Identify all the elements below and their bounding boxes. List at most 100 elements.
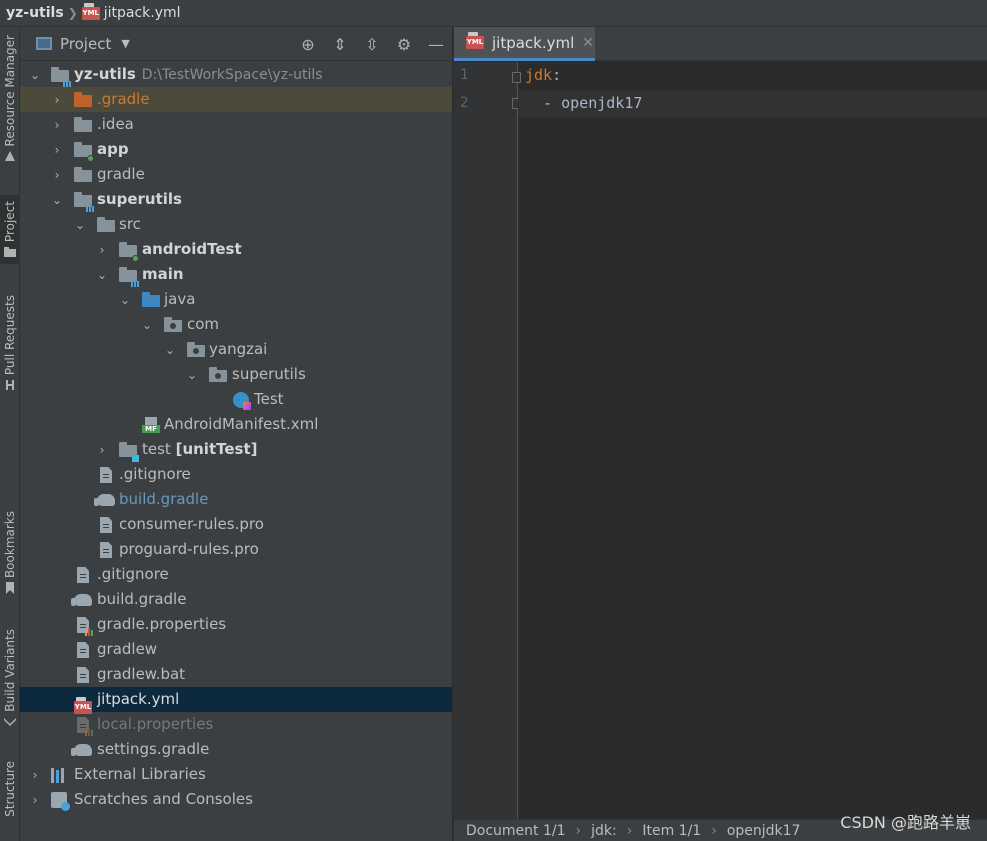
project-panel: Project ▼ ⊕ ⇕ ⇳ ⚙ — ⌄ yz-utils D:\TestWor… bbox=[20, 27, 452, 841]
yaml-colon: : bbox=[552, 66, 562, 84]
tree-item-label: androidTest bbox=[142, 240, 242, 258]
tree-item[interactable]: ⌄ yangzai bbox=[20, 337, 452, 362]
tree-item[interactable]: › androidTest bbox=[20, 237, 452, 262]
breadcrumb-project[interactable]: yz-utils bbox=[6, 5, 64, 21]
tree-item[interactable]: ⌄ main bbox=[20, 262, 452, 287]
minimize-icon[interactable]: — bbox=[426, 34, 446, 54]
expand-all-icon[interactable]: ⇕ bbox=[330, 34, 350, 54]
status-key[interactable]: jdk: bbox=[591, 823, 617, 839]
tree-item-label: superutils bbox=[232, 365, 306, 383]
tree-item[interactable]: Test bbox=[20, 387, 452, 412]
chevron-down-icon[interactable]: ⌄ bbox=[73, 212, 87, 237]
code-text-line-2[interactable]: - openjdk17 bbox=[525, 94, 642, 112]
tree-item[interactable]: › gradle bbox=[20, 162, 452, 187]
tree-item[interactable]: › test [unitTest] bbox=[20, 437, 452, 462]
tree-item[interactable]: ⌄ src bbox=[20, 212, 452, 237]
tree-item[interactable]: gradlew bbox=[20, 637, 452, 662]
collapse-all-icon[interactable]: ⇳ bbox=[362, 34, 382, 54]
tab-resource-manager[interactable]: Resource Manager bbox=[0, 35, 20, 162]
code-line[interactable] bbox=[518, 117, 987, 144]
gear-icon[interactable]: ⚙ bbox=[394, 34, 414, 54]
tree-item[interactable]: › External Libraries bbox=[20, 762, 452, 787]
navigation-bar: yz-utils ❯ YML jitpack.yml bbox=[0, 0, 987, 27]
tree-item[interactable]: proguard-rules.pro bbox=[20, 537, 452, 562]
folder-icon bbox=[74, 117, 92, 133]
tree-item[interactable]: › .idea bbox=[20, 112, 452, 137]
kotlin-class-icon bbox=[232, 392, 251, 410]
status-value[interactable]: openjdk17 bbox=[727, 823, 801, 839]
ignore-file-icon bbox=[97, 467, 115, 483]
tree-item[interactable]: local.properties bbox=[20, 712, 452, 737]
chevron-down-icon[interactable]: ⌄ bbox=[118, 287, 132, 312]
folder-icon bbox=[97, 217, 115, 233]
line-number: 2 bbox=[460, 95, 469, 111]
tree-item-label: superutils bbox=[97, 190, 182, 208]
chevron-right-icon[interactable]: › bbox=[50, 162, 64, 187]
status-item[interactable]: Item 1/1 bbox=[642, 823, 701, 839]
tree-item-label: gradlew bbox=[97, 640, 158, 658]
tab-bookmarks[interactable]: Bookmarks bbox=[0, 511, 20, 595]
tree-item[interactable]: ⌄ java bbox=[20, 287, 452, 312]
status-document[interactable]: Document 1/1 bbox=[466, 823, 566, 839]
bookmark-icon bbox=[6, 582, 14, 595]
tree-item[interactable]: › Scratches and Consoles bbox=[20, 787, 452, 812]
chevron-down-icon[interactable]: ⌄ bbox=[95, 262, 109, 287]
tree-item[interactable]: settings.gradle bbox=[20, 737, 452, 762]
tree-item-label: .gradle bbox=[97, 90, 150, 108]
tree-item[interactable]: MF AndroidManifest.xml bbox=[20, 412, 452, 437]
tree-item-label: yangzai bbox=[209, 340, 268, 358]
tree-item-label: gradle.properties bbox=[97, 615, 227, 633]
tree-item[interactable]: › app bbox=[20, 137, 452, 162]
tree-item-selected[interactable]: YML jitpack.yml bbox=[20, 687, 452, 714]
tree-item[interactable]: .gitignore bbox=[20, 562, 452, 587]
tab-build-variants[interactable]: Build Variants bbox=[0, 629, 20, 728]
project-view-selector[interactable]: Project bbox=[60, 35, 111, 53]
dropdown-arrow-icon[interactable]: ▼ bbox=[121, 37, 129, 50]
tree-item-label: java bbox=[164, 290, 196, 308]
chevron-right-icon[interactable]: › bbox=[95, 437, 109, 462]
tree-item[interactable]: › .gradle bbox=[20, 87, 452, 112]
tree-item-label: proguard-rules.pro bbox=[119, 540, 259, 558]
tree-item[interactable]: gradle.properties bbox=[20, 612, 452, 637]
chevron-right-icon[interactable]: › bbox=[50, 87, 64, 112]
tree-item-label: main bbox=[142, 265, 184, 283]
chevron-right-icon[interactable]: › bbox=[50, 137, 64, 162]
code-text-line-1[interactable]: jdk: bbox=[525, 66, 561, 84]
tree-item-label: Test bbox=[254, 390, 284, 408]
breadcrumb-file[interactable]: jitpack.yml bbox=[104, 5, 181, 21]
tree-root[interactable]: ⌄ yz-utils D:\TestWorkSpace\yz-utils bbox=[20, 62, 452, 87]
yml-file-icon: YML bbox=[466, 32, 484, 49]
tab-structure[interactable]: Structure bbox=[0, 761, 20, 817]
chevron-right-icon[interactable]: › bbox=[28, 762, 42, 787]
locate-icon[interactable]: ⊕ bbox=[298, 34, 318, 54]
chevron-down-icon[interactable]: ⌄ bbox=[140, 312, 154, 337]
package-icon bbox=[164, 317, 182, 333]
project-panel-toolbar: ⊕ ⇕ ⇳ ⚙ — bbox=[298, 27, 446, 61]
tree-item[interactable]: ⌄ superutils bbox=[20, 187, 452, 212]
chevron-down-icon[interactable]: ⌄ bbox=[28, 62, 42, 87]
tree-item[interactable]: gradlew.bat bbox=[20, 662, 452, 687]
tree-item[interactable]: .gitignore bbox=[20, 462, 452, 487]
chevron-right-icon[interactable]: › bbox=[95, 237, 109, 262]
properties-file-icon bbox=[74, 717, 93, 736]
chevron-down-icon[interactable]: ⌄ bbox=[50, 187, 64, 212]
tab-project[interactable]: Project bbox=[0, 195, 20, 265]
tab-pull-requests[interactable]: Pull Requests bbox=[0, 295, 20, 391]
tree-item[interactable]: ⌄ superutils bbox=[20, 362, 452, 387]
chevron-right-icon[interactable]: › bbox=[28, 787, 42, 812]
tree-item[interactable]: consumer-rules.pro bbox=[20, 512, 452, 537]
close-icon[interactable]: ✕ bbox=[582, 35, 594, 51]
editor-tab-jitpack[interactable]: YML jitpack.yml ✕ bbox=[454, 27, 595, 61]
tree-item[interactable]: ⌄ com bbox=[20, 312, 452, 337]
chevron-down-icon[interactable]: ⌄ bbox=[163, 337, 177, 362]
fold-marker-icon[interactable] bbox=[512, 72, 521, 83]
chevron-down-icon[interactable]: ⌄ bbox=[185, 362, 199, 387]
tree-item-label: consumer-rules.pro bbox=[119, 515, 264, 533]
resource-manager-icon bbox=[5, 151, 15, 162]
ignore-file-icon bbox=[74, 567, 92, 583]
chevron-right-icon[interactable]: › bbox=[50, 112, 64, 137]
tree-item-label: Scratches and Consoles bbox=[74, 790, 253, 808]
left-tool-stripe: Resource Manager Project Pull Requests B… bbox=[0, 27, 20, 841]
tree-item[interactable]: build.gradle bbox=[20, 587, 452, 612]
tree-item[interactable]: build.gradle bbox=[20, 487, 452, 512]
